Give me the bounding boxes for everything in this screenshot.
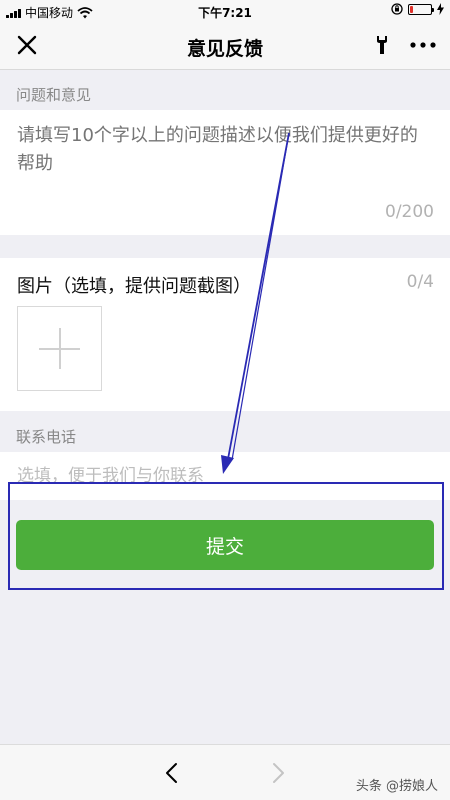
feedback-textarea[interactable] <box>17 122 435 192</box>
status-bar: 中国移动 下午7:21 <box>0 0 450 22</box>
battery-level <box>410 5 413 13</box>
feedback-counter: 0/200 <box>385 202 434 222</box>
battery-icon <box>408 3 434 15</box>
wrench-icon[interactable] <box>370 33 394 57</box>
bottom-bar: 头条 @捞娘人 <box>0 744 450 800</box>
feedback-block: 0/200 <box>0 110 450 235</box>
status-time: 下午7:21 <box>198 6 252 20</box>
image-counter: 0/4 <box>406 272 434 292</box>
nav-bar: 意见反馈 <box>0 22 450 70</box>
charging-icon <box>437 3 444 15</box>
image-block: 图片（选填，提供问题截图） 0/4 <box>0 258 450 411</box>
more-icon[interactable] <box>408 35 438 55</box>
watermark: 头条 @捞娘人 <box>355 779 438 794</box>
image-section-title: 图片（选填，提供问题截图） <box>17 276 251 297</box>
feedback-section-label: 问题和意见 <box>16 86 92 104</box>
contact-section-label: 联系电话 <box>16 428 77 446</box>
highlight-annotation <box>8 482 444 590</box>
chevron-right-icon[interactable] <box>266 761 290 785</box>
rotation-lock-icon <box>391 3 403 15</box>
status-right <box>391 3 444 15</box>
add-image-button[interactable] <box>17 306 102 391</box>
chevron-left-icon[interactable] <box>160 761 184 785</box>
